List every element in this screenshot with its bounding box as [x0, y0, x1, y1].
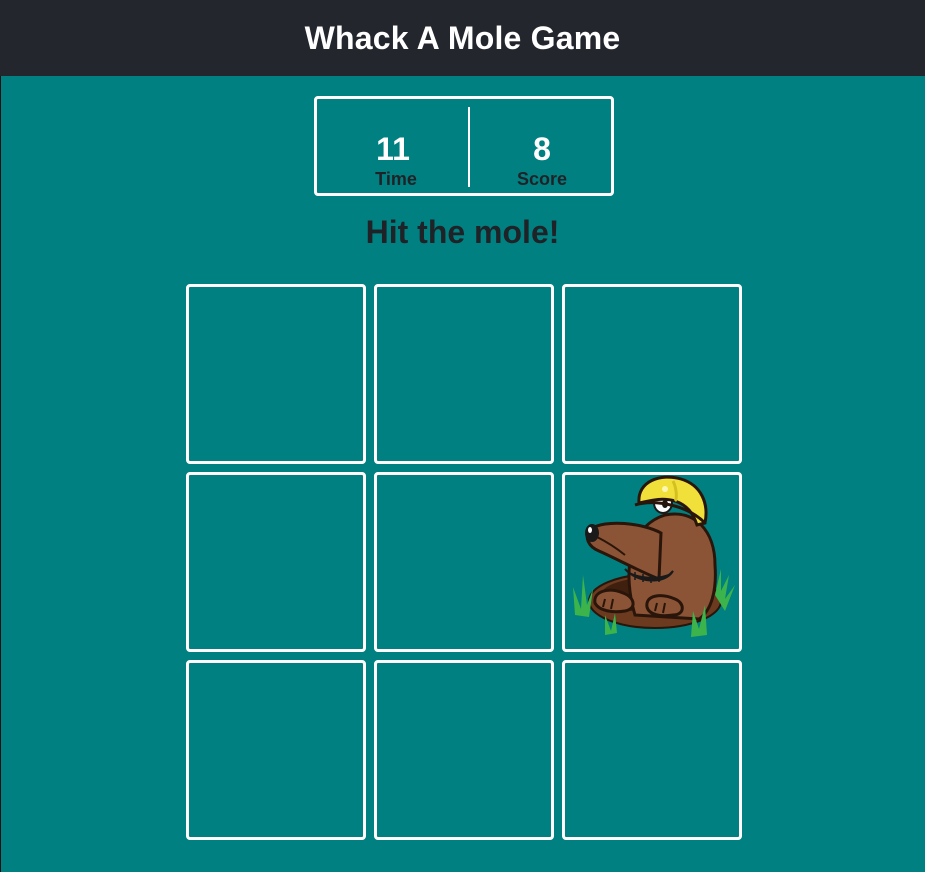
score-value: 8	[533, 131, 551, 167]
hole-2[interactable]	[374, 284, 554, 464]
score-stat: 8 Score	[467, 99, 617, 193]
stats-panel: 11 Time 8 Score	[314, 96, 614, 196]
hole-9[interactable]	[562, 660, 742, 840]
mole-grid	[186, 284, 742, 840]
time-value: 11	[376, 131, 410, 167]
time-label: Time	[375, 169, 417, 189]
hole-4[interactable]	[186, 472, 366, 652]
hole-5[interactable]	[374, 472, 554, 652]
page-title: Whack A Mole Game	[304, 19, 621, 56]
mole-icon	[573, 475, 735, 637]
page-edge	[0, 76, 1, 872]
hole-1[interactable]	[186, 284, 366, 464]
hole-3[interactable]	[562, 284, 742, 464]
score-label: Score	[516, 169, 568, 189]
status-message: Hit the mole!	[365, 214, 560, 250]
header-bar: Whack A Mole Game	[0, 0, 925, 76]
hole-8[interactable]	[374, 660, 554, 840]
hole-6[interactable]	[562, 472, 742, 652]
time-stat: 11 Time	[321, 99, 471, 193]
hole-7[interactable]	[186, 660, 366, 840]
